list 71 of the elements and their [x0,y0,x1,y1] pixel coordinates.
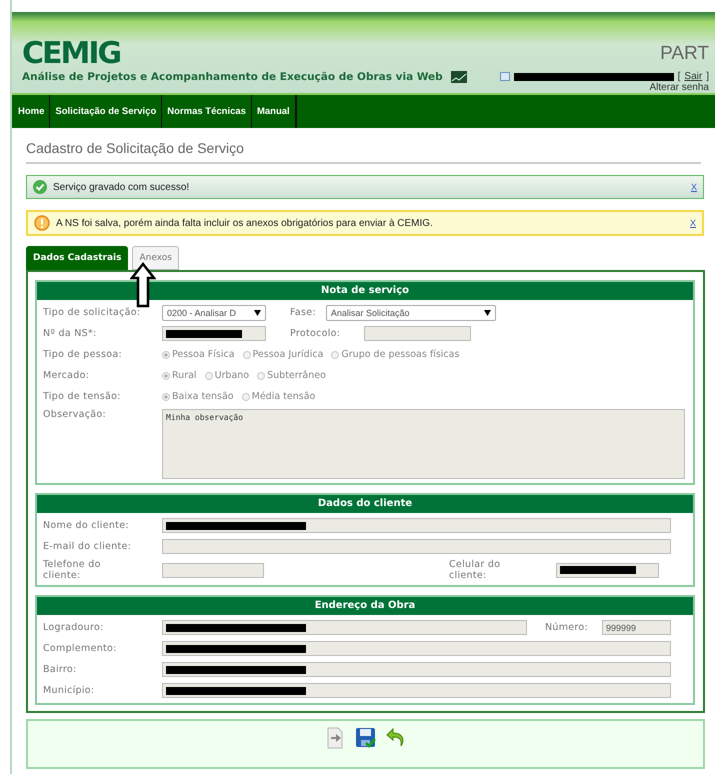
nav-item[interactable]: Home [12,95,50,128]
field-label: Número: [545,622,590,633]
field-label: Celular do cliente: [449,559,502,581]
radio-option[interactable]: Rural [162,370,197,381]
radio-option[interactable]: Pessoa Física [162,349,235,360]
field-label: Telefone do cliente: [43,559,102,581]
input-field[interactable] [556,562,659,578]
input-field[interactable] [162,620,527,635]
warning-icon [34,215,50,231]
radio-option[interactable]: Subterrâneo [257,370,326,381]
field-label: Tipo de tensão: [43,391,122,402]
undo-icon [384,727,406,749]
save-button[interactable] [354,727,376,749]
message-text: A NS foi salva, porém ainda falta incluir os anexos obrigatórios para enviar à CEMIG. [56,218,434,228]
tab[interactable]: Anexos [132,246,179,270]
input-field[interactable] [162,518,671,533]
input-field[interactable] [364,326,472,341]
caret-icon [484,310,491,316]
message-text: Serviço gravado com sucesso! [53,182,190,192]
tab[interactable]: Dados Cadastrais [26,246,128,270]
bracket-text: [ [678,71,680,82]
dropdown[interactable]: 0200 - Analisar D [162,304,266,320]
logo: CEMIG [22,39,122,69]
field-label: Nome do cliente: [43,520,130,531]
field-label: Município: [43,685,96,696]
back-button[interactable] [384,727,406,749]
input-field[interactable]: 999999 [602,620,671,635]
observation-textarea[interactable]: Minha observação [162,409,685,479]
radio-option[interactable]: Pessoa Jurídica [242,349,324,360]
check-icon [33,180,47,194]
input-field[interactable] [162,562,264,578]
chart-icon [450,71,467,83]
bracket-text: ] [706,71,709,82]
close-link[interactable]: X [690,182,697,192]
app-code: PART [660,43,709,65]
dropdown[interactable]: Analisar Solicitação [326,304,496,320]
document-arrow-icon [324,727,344,749]
nav-item[interactable]: Manual [252,95,296,128]
nav-item[interactable]: Solicitação de Serviço [50,95,162,128]
radio-option[interactable]: Baixa tensão [162,391,234,402]
field-label: Mercado: [43,370,90,381]
app-subtitle: Análise de Projetos e Acompanhamento de Execução de Obras via Web [22,71,443,83]
field-label: Protocolo: [290,328,340,339]
save-icon [354,727,376,749]
field-label: Tipo de pessoa: [43,349,124,360]
field-label: Observação: [43,409,108,420]
input-field[interactable] [162,539,671,554]
field-label: Fase: [290,307,316,318]
field-label: Nº da NS*: [43,328,98,339]
field-label: Bairro: [43,664,78,675]
radio-option[interactable]: Grupo de pessoas físicas [331,349,460,360]
input-field[interactable] [162,326,266,341]
input-field[interactable] [162,683,671,698]
input-field[interactable] [162,641,671,656]
logout-link[interactable]: Sair [684,71,702,82]
radio-option[interactable]: Urbano [204,370,250,381]
nav-item[interactable]: Normas Técnicas [162,95,252,128]
section-title: Dados do cliente [37,495,693,513]
field-label: Logradouro: [43,622,105,633]
caret-icon [254,310,261,316]
field-label: E-mail do cliente: [43,541,132,552]
section-title: Nota de serviço [37,282,693,300]
section-title: Endereço da Obra [37,597,693,615]
page-title: Cadastro de Solicitação de Serviço [26,128,701,164]
user-card-icon [500,72,510,81]
field-label: Complemento: [43,643,118,654]
field-label: Tipo de solicitação: [43,307,142,318]
close-link[interactable]: X [690,218,696,228]
change-password-link[interactable]: Alterar senha [650,82,709,93]
input-field[interactable] [162,662,671,677]
radio-option[interactable]: Média tensão [242,391,316,402]
